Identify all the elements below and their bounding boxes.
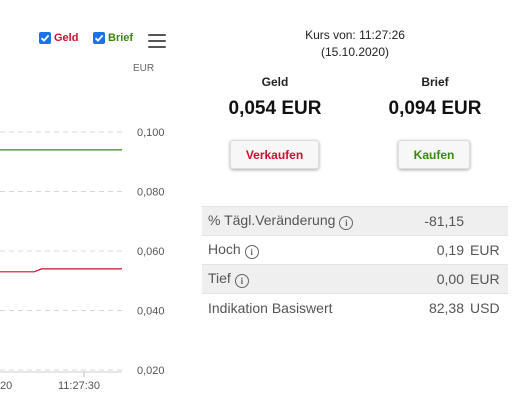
geld-value: 0,054 EUR: [228, 98, 322, 119]
legend-geld-label: Geld: [54, 32, 79, 44]
hamburger-menu-icon[interactable]: [148, 34, 166, 48]
quote-panel: Kurs von: 11:27:26 (15.10.2020) Geld 0,0…: [202, 0, 508, 420]
daily-change-unit: [466, 207, 508, 236]
y-axis-unit: EUR: [133, 63, 155, 74]
y-tick-label: 0,040: [137, 306, 165, 318]
underlying-value: 82,38: [428, 300, 464, 317]
info-icon[interactable]: i: [244, 245, 259, 259]
info-icon[interactable]: i: [339, 216, 354, 230]
x-tick-label: 11:27:30: [58, 380, 100, 392]
daily-change-value: -81,15: [424, 213, 464, 229]
geld-label: Geld: [261, 75, 289, 89]
price-chart: 0,100 0,080 0,060 0,040 0,020 20 11:27:30 Geld…: [0, 0, 200, 420]
underlying-unit: USD: [470, 300, 500, 317]
legend-brief-toggle[interactable]: Brief: [93, 32, 133, 44]
brief-label: Brief: [421, 75, 449, 89]
brief-value: 0,094 EUR: [388, 98, 482, 119]
underlying-label: Indikation Basiswert: [208, 300, 333, 317]
x-tick-label: 20: [0, 380, 12, 392]
row-label: Tief i: [202, 265, 394, 294]
legend-geld-toggle[interactable]: Geld: [39, 32, 78, 44]
row-label: Hoch i: [202, 236, 394, 265]
legend-brief-label: Brief: [108, 32, 134, 44]
quote-timestamp: Kurs von: 11:27:26: [305, 28, 405, 42]
series-line-geld: [0, 268, 122, 273]
y-tick-label: 0,080: [137, 187, 165, 199]
sell-button[interactable]: Verkaufen: [230, 140, 319, 169]
high-unit: EUR: [470, 242, 500, 258]
checkbox-checked-icon[interactable]: [93, 32, 105, 44]
high-label: Hoch: [208, 241, 241, 257]
low-unit: EUR: [470, 271, 500, 287]
chart-canvas: 0,100 0,080 0,060 0,040 0,020 20 11:27:30: [0, 127, 165, 392]
buy-button[interactable]: Kaufen: [398, 140, 470, 169]
info-icon[interactable]: i: [234, 274, 249, 288]
table-row: Hoch i 0,19 EUR: [202, 235, 508, 265]
quote-info-table: % Tägl.Veränderung i -81,15 Hoch i 0,19 EU…: [202, 206, 508, 323]
low-value: 0,00: [436, 271, 464, 287]
y-tick-label: 0,100: [137, 127, 165, 139]
high-value: 0,19: [436, 242, 464, 258]
table-row: Tief i 0,00 EUR: [202, 264, 508, 294]
row-label: % Tägl.Veränderung i: [202, 207, 394, 236]
y-tick-label: 0,020: [137, 365, 165, 377]
low-label: Tief: [208, 270, 231, 286]
y-tick-label: 0,060: [137, 246, 165, 258]
daily-change-label: % Tägl.Veränderung: [208, 212, 336, 228]
quote-date: (15.10.2020): [320, 45, 390, 59]
table-row: % Tägl.Veränderung i -81,15: [202, 206, 508, 236]
table-row: Indikation Basiswert 82,38 USD: [202, 293, 508, 323]
checkbox-checked-icon[interactable]: [39, 32, 51, 44]
